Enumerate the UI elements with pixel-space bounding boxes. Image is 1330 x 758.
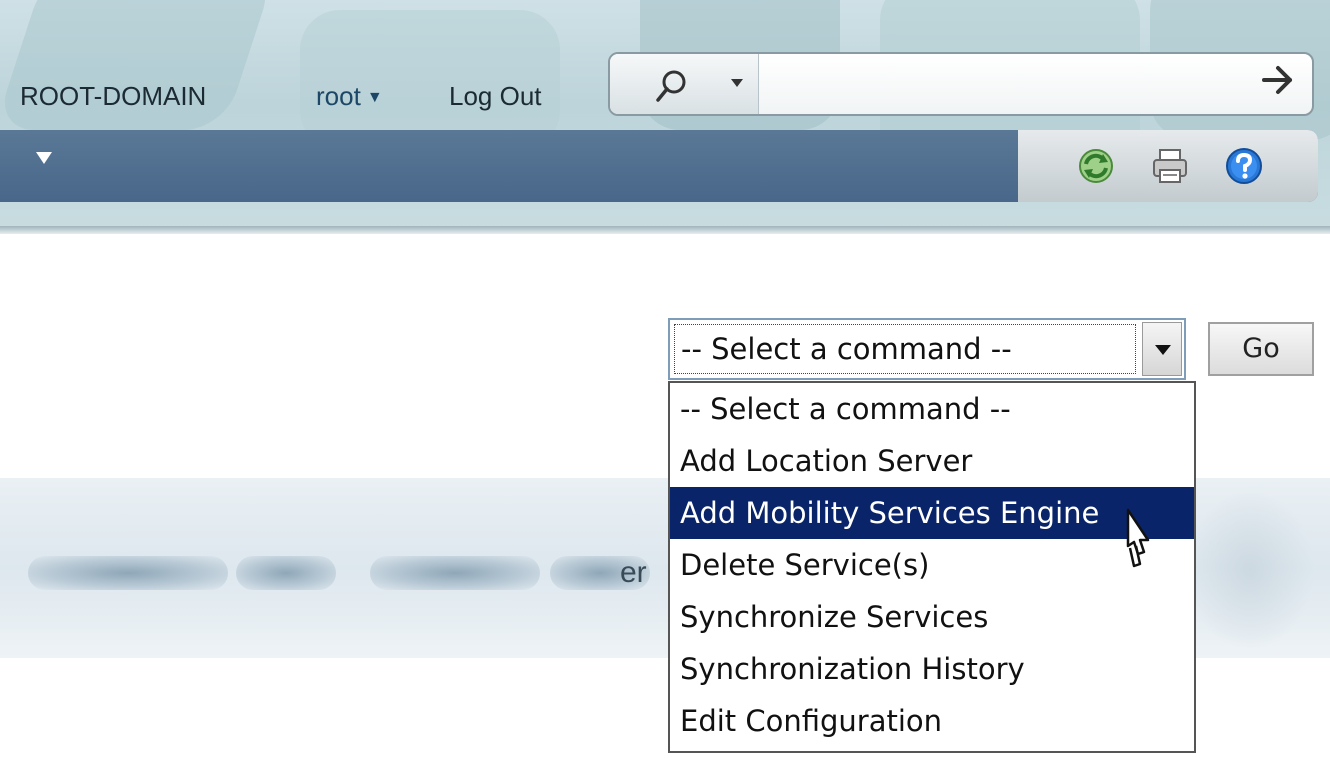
domain-label[interactable]: ROOT-DOMAIN [20,76,206,116]
blurred-text [236,556,336,590]
partial-column-label: er [620,556,647,589]
command-option[interactable]: Synchronization History [670,643,1194,695]
chevron-down-icon: ▼ [366,89,383,107]
command-option[interactable]: Add Location Server [670,435,1194,487]
search-box[interactable] [608,52,1314,116]
command-option[interactable]: Edit Configuration [670,695,1194,747]
navigation-bar [0,130,1318,202]
blurred-text [28,556,228,590]
help-icon[interactable] [1224,146,1264,186]
dropdown-arrow-icon[interactable] [1142,322,1182,376]
command-option[interactable]: -- Select a command -- [670,383,1194,435]
logout-link[interactable]: Log Out [449,76,542,116]
arrow-right-icon[interactable] [1260,60,1296,100]
blurred-region [1185,490,1315,650]
header-divider [0,226,1330,234]
print-icon[interactable] [1150,146,1190,186]
command-select[interactable]: -- Select a command -- [668,318,1186,380]
blurred-text [370,556,540,590]
user-menu[interactable]: root ▼ [316,76,383,116]
command-option[interactable]: Synchronize Services [670,591,1194,643]
header-banner: ROOT-DOMAIN root ▼ Log Out [0,0,1330,232]
go-button[interactable]: Go [1208,322,1314,376]
toolbar [1018,130,1318,202]
menu-caret-icon[interactable] [36,152,52,164]
search-icon [656,70,686,102]
user-name: root [316,81,361,111]
command-select-value: -- Select a command -- [674,324,1136,374]
mouse-pointer-icon [1126,508,1150,568]
search-scope-button[interactable] [610,54,759,114]
refresh-icon[interactable] [1076,146,1116,186]
chevron-down-icon [731,79,743,87]
